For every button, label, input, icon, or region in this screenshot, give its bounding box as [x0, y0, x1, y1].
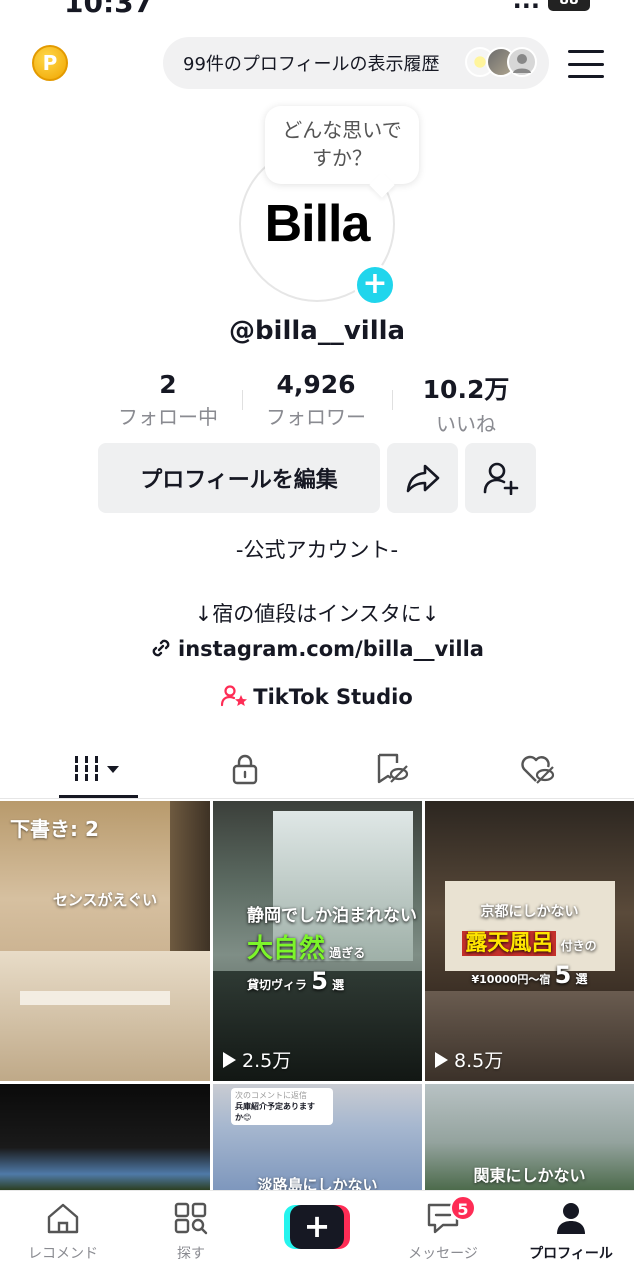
stat-divider [242, 390, 243, 410]
add-person-icon [483, 462, 518, 495]
explore-icon [174, 1202, 208, 1235]
tile-caption: センスがえぐい [52, 891, 158, 909]
likes-label: いいね [436, 412, 496, 436]
tab-liked[interactable] [497, 746, 577, 792]
followers-label: フォロワー [266, 405, 366, 429]
plus-icon: + [290, 1205, 344, 1249]
studio-label: TikTok Studio [253, 685, 413, 709]
bio-line-1: -公式アカウント- [235, 538, 399, 562]
battery-icon: 88 [548, 0, 590, 11]
view-count: 2.5万 [223, 1046, 291, 1073]
nav-home[interactable]: レコメンド [8, 1201, 118, 1263]
nav-inbox[interactable]: 5 メッセージ [388, 1195, 498, 1263]
share-profile-button[interactable] [387, 443, 458, 513]
bio-line-2: ↓宿の値段はインスタに↓ [194, 602, 440, 626]
caption-line-3: 貸切ヴィラ [247, 978, 308, 992]
followers-count: 4,926 [276, 370, 356, 399]
caption-line-3: ¥10000円〜宿 [471, 973, 551, 986]
view-count-text: 8.5万 [454, 1050, 504, 1072]
following-stat[interactable]: 2 フォロー中 [108, 370, 228, 430]
reply-card: 次のコメントに返信 兵庫紹介予定あります か😊 [231, 1088, 333, 1125]
profile-view-history-button[interactable]: 99件のプロフィールの表示履歴 [163, 37, 549, 89]
studio-icon [221, 685, 248, 707]
followers-stat[interactable]: 4,926 フォロワー [254, 370, 378, 430]
profile-icon [557, 1203, 585, 1234]
tab-videos[interactable] [59, 746, 139, 792]
caption-line-2: 付きの [560, 939, 597, 953]
card-line-1: 次のコメントに返信 [235, 1091, 307, 1100]
bubble-line-1: どんな思いで [282, 118, 402, 142]
following-label: フォロー中 [118, 405, 218, 429]
bubble-line-2: すか？ [312, 146, 372, 170]
lock-icon [232, 754, 258, 785]
signal-icon: ... [512, 0, 540, 14]
caption-line-2: 過ぎる [329, 946, 366, 960]
play-icon [435, 1051, 448, 1068]
active-tab-indicator [59, 795, 138, 798]
tab-saved[interactable] [352, 746, 432, 792]
play-icon [223, 1051, 236, 1068]
home-icon [47, 1203, 79, 1234]
username: @billa__villa [228, 316, 406, 346]
video-tile[interactable]: 静岡でしか泊まれない 大自然 過ぎる 貸切ヴィラ 5 選 2.5万 [213, 801, 422, 1081]
bio-link[interactable]: instagram.com/billa__villa [0, 637, 634, 661]
bottom-nav: レコメンド 探す + 5 メッセージ プロフィール [0, 1190, 634, 1276]
video-tile[interactable]: 次のコメントに返信 兵庫紹介予定あります か😊 淡路島にしかない [213, 1084, 422, 1190]
add-avatar-button[interactable]: + [354, 264, 396, 306]
unread-badge: 5 [450, 1195, 476, 1221]
coin-icon[interactable]: P [32, 45, 68, 81]
video-tile[interactable] [0, 1084, 210, 1190]
caption-suffix: 選 [332, 978, 345, 992]
heart-hidden-icon [521, 755, 555, 784]
caption-line-1: 京都にしかない [480, 904, 579, 920]
add-friend-button[interactable] [465, 443, 536, 513]
create-button[interactable]: + [284, 1205, 350, 1249]
nav-home-label: レコメンド [28, 1246, 98, 1262]
following-count: 2 [159, 370, 177, 399]
note-bubble[interactable]: どんな思いで すか？ [265, 106, 419, 198]
video-tile[interactable]: 京都にしかない 露天風呂 付きの ¥10000円〜宿 5 選 8.5万 [425, 801, 634, 1081]
draft-tile[interactable]: 下書き: 2 センスがえぐい [0, 801, 210, 1081]
tab-private[interactable] [205, 746, 285, 792]
bio-link-text: instagram.com/billa__villa [178, 637, 484, 661]
draft-badge: 下書き: 2 [10, 817, 99, 841]
menu-icon[interactable] [568, 50, 604, 78]
tiktok-studio-link[interactable]: TikTok Studio [0, 685, 634, 709]
view-count-text: 2.5万 [242, 1050, 292, 1072]
likes-count: 10.2万 [422, 375, 510, 404]
view-count: 8.5万 [435, 1046, 503, 1073]
caption-highlight: 露天風呂 [462, 931, 557, 956]
caption-highlight: 大自然 [247, 934, 326, 964]
nav-explore[interactable]: 探す [136, 1201, 246, 1263]
share-arrow-icon [406, 464, 439, 493]
bookmark-hidden-icon [377, 753, 409, 784]
card-line-2: 兵庫紹介予定あります [235, 1102, 315, 1111]
link-icon [152, 639, 170, 657]
viewer-avatars [465, 47, 537, 77]
caption-suffix: 選 [575, 972, 588, 986]
tile-caption: 関東にしかない [473, 1166, 586, 1185]
nav-inbox-label: メッセージ [408, 1246, 478, 1262]
caption-number: 5 [311, 967, 328, 995]
card-line-3: か😊 [235, 1113, 252, 1122]
person-icon [513, 54, 531, 73]
tile-caption: 淡路島にしかない [257, 1176, 378, 1190]
nav-profile[interactable]: プロフィール [516, 1201, 626, 1263]
nav-explore-label: 探す [177, 1246, 205, 1262]
likes-stat[interactable]: 10.2万 いいね [404, 370, 528, 437]
edit-profile-button[interactable]: プロフィールを編集 [98, 443, 380, 513]
status-time: 10:37 [64, 0, 154, 19]
caption-line-1: 静岡でしか泊まれない [247, 906, 417, 926]
nav-profile-label: プロフィール [529, 1246, 613, 1262]
video-tile[interactable]: 関東にしかない [425, 1084, 634, 1190]
viewer-avatar-default [507, 47, 537, 77]
history-label: 99件のプロフィールの表示履歴 [183, 54, 440, 75]
stat-divider [392, 390, 393, 410]
status-indicators: ... 88 [513, 0, 590, 14]
grid-tab-icon [75, 756, 119, 781]
avatar-logo: Billa [264, 195, 371, 253]
caption-number: 5 [554, 961, 572, 989]
